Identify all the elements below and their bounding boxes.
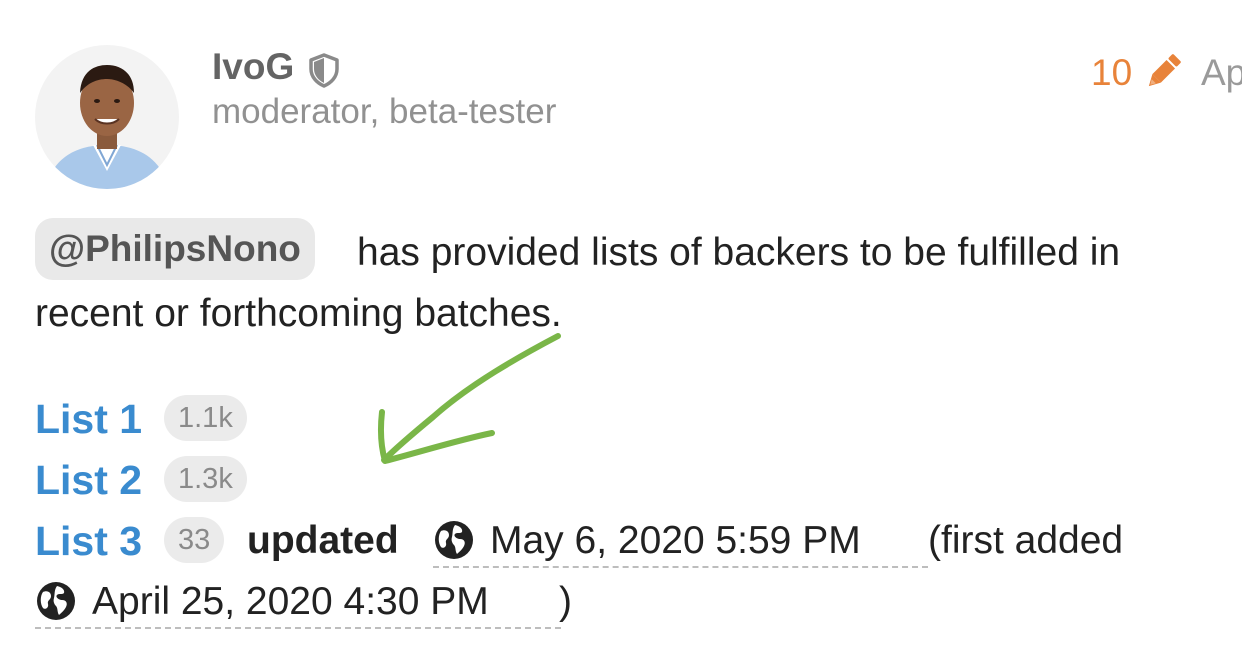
first-added-date-underline — [35, 627, 561, 629]
updated-date-underline — [433, 566, 928, 568]
first-added-suffix: ) — [559, 580, 572, 623]
mention-philipsnono[interactable]: @PhilipsNono — [35, 218, 315, 280]
list-1-click-count: 1.1k — [164, 395, 247, 441]
updated-label: updated — [247, 519, 399, 562]
shield-icon — [309, 53, 339, 88]
body-text-line1: has provided lists of backers to be fulf… — [357, 231, 1121, 274]
first-added-date[interactable]: April 25, 2020 4:30 PM — [92, 580, 489, 624]
edit-count[interactable]: 10 — [1091, 52, 1132, 94]
list-3-click-count: 33 — [164, 517, 225, 563]
post-view: IvoG moderator, beta-tester 10 Ap @Phili… — [0, 0, 1242, 655]
list-1-link[interactable]: List 1 — [35, 396, 142, 443]
first-added-prefix: (first added — [928, 519, 1124, 562]
pencil-icon[interactable] — [1142, 51, 1184, 93]
body-text-line2: recent or forthcoming batches. — [35, 292, 562, 335]
avatar[interactable] — [35, 45, 179, 189]
post-date[interactable]: Ap — [1201, 52, 1242, 94]
updated-date[interactable]: May 6, 2020 5:59 PM — [490, 519, 861, 563]
username[interactable]: IvoG — [212, 46, 294, 88]
list-3-link[interactable]: List 3 — [35, 518, 142, 565]
globe-icon — [435, 521, 473, 559]
list-2-link[interactable]: List 2 — [35, 457, 142, 504]
user-title: moderator, beta-tester — [212, 92, 557, 131]
list-2-click-count: 1.3k — [164, 456, 247, 502]
globe-icon — [37, 582, 75, 620]
avatar-photo-icon — [35, 45, 179, 189]
